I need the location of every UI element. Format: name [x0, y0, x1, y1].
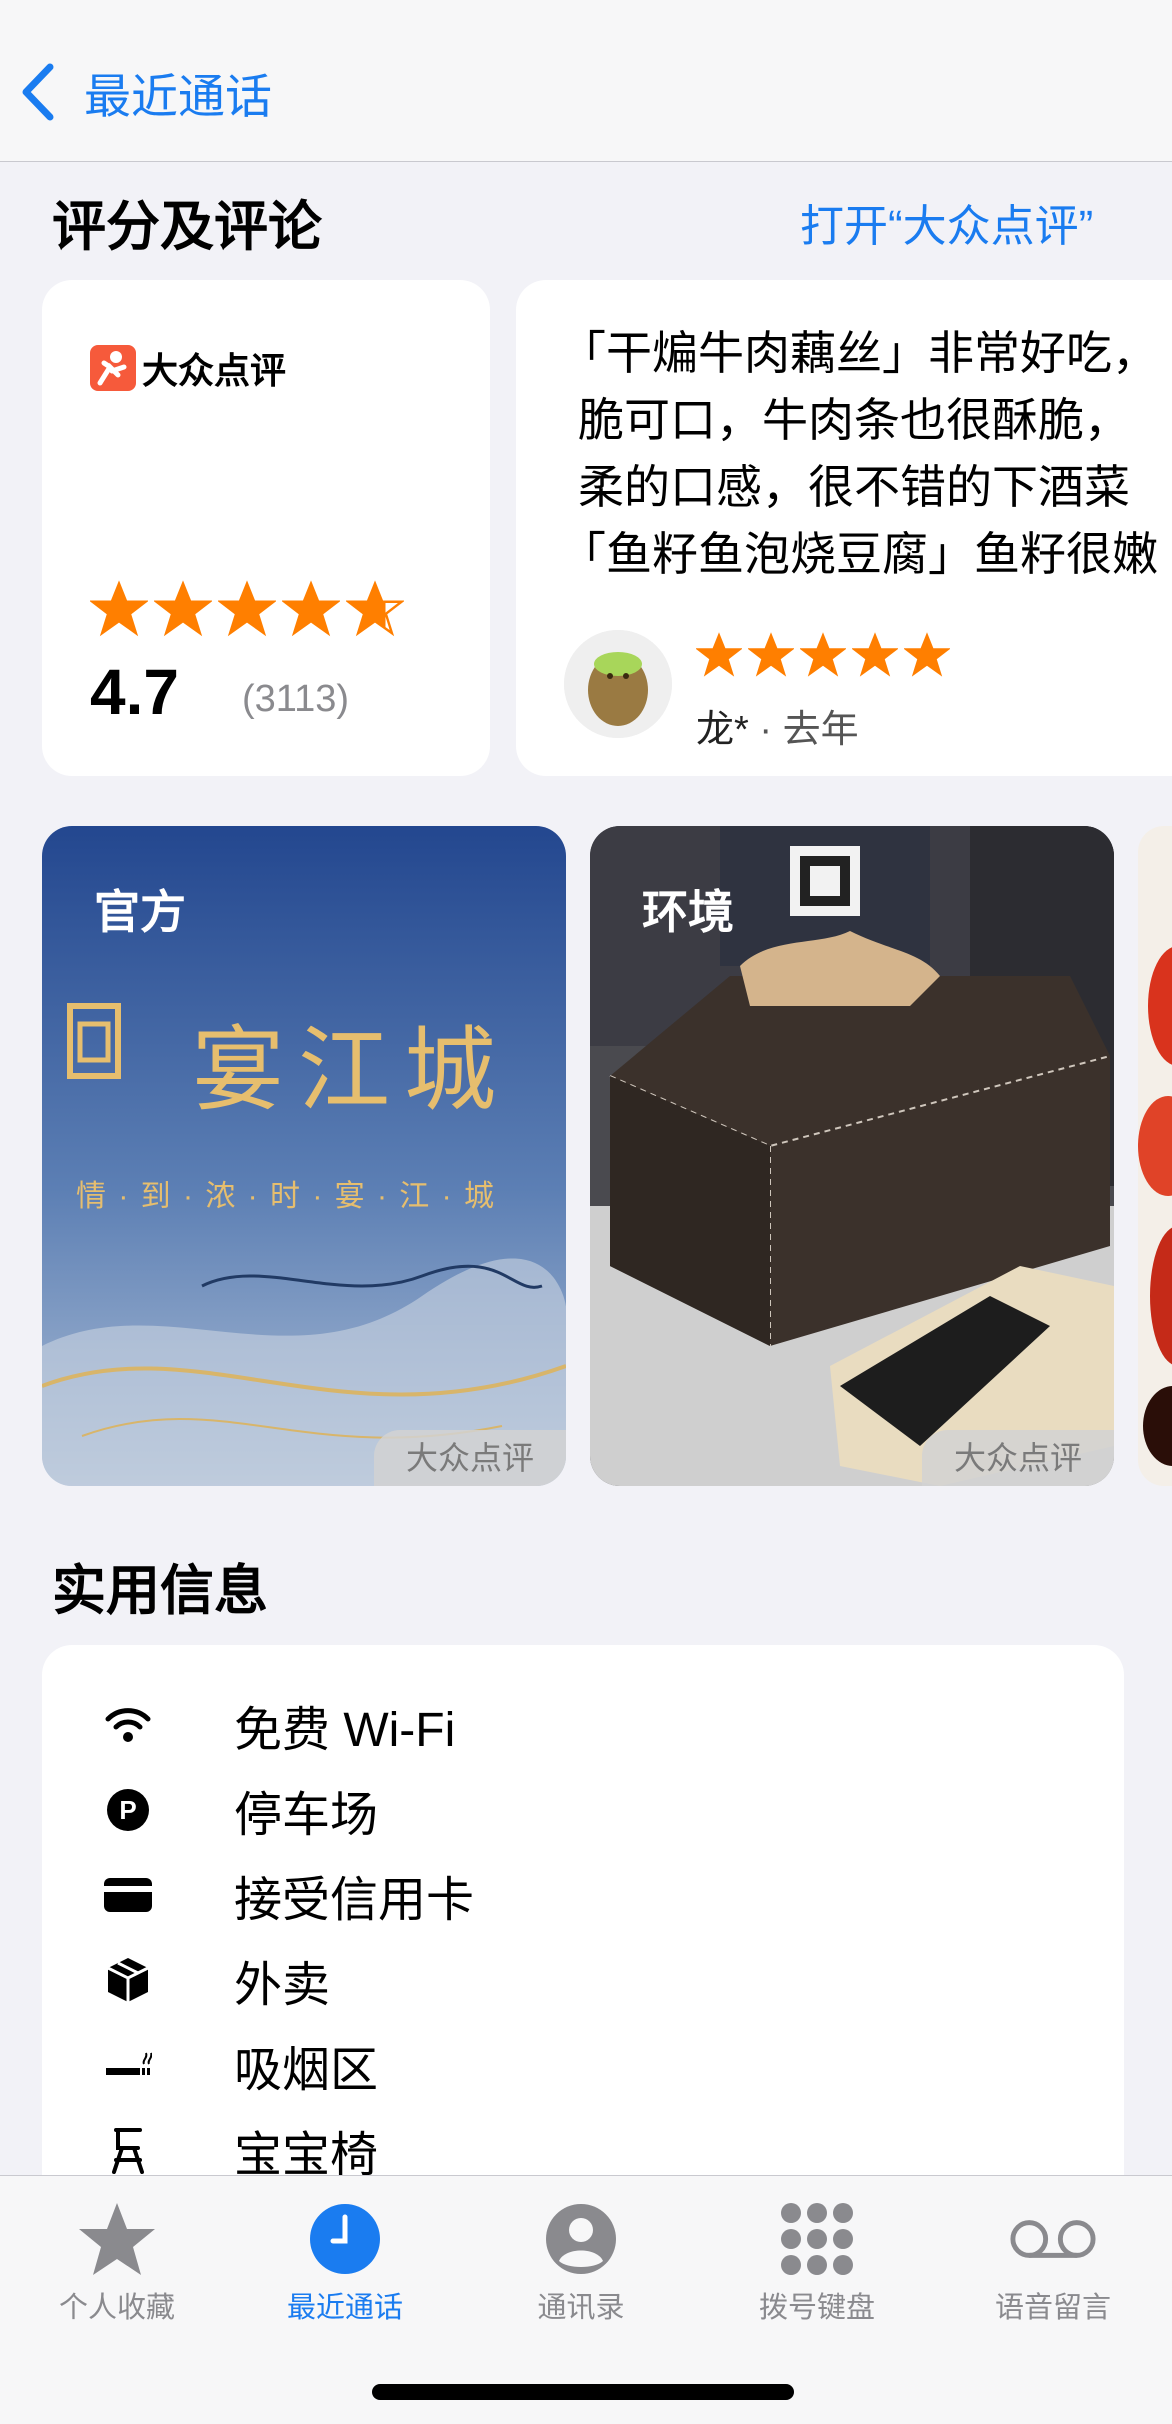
- review-line: 柔的口感，很不错的下酒菜: [578, 461, 1130, 513]
- tab-label: 最近通话: [286, 2292, 403, 2324]
- tab-contacts[interactable]: 通讯录: [464, 2176, 698, 2376]
- photo-official[interactable]: 宴江城 情 · 到 · 浓 · 时 · 宴 · 江 · 城 官方 大众点评: [42, 826, 566, 1486]
- open-dianping-link[interactable]: 打开“大众点评”: [800, 190, 1093, 254]
- info-item-label: 免费 Wi-Fi: [234, 1704, 456, 1757]
- photo-source: 大众点评: [921, 1430, 1114, 1486]
- star-icon: [154, 580, 212, 637]
- info-section-title: 实用信息: [52, 1561, 268, 1621]
- photo-environment[interactable]: 环境 大众点评: [590, 826, 1114, 1486]
- review-time: · 去年: [759, 709, 859, 751]
- sign-title: 宴江城: [192, 1017, 511, 1124]
- star-icon: [800, 632, 846, 677]
- back-button[interactable]: 最近通话: [20, 62, 272, 123]
- rating-score: 4.7: [90, 656, 179, 728]
- star-icon: [852, 632, 898, 677]
- review-text: 「干煸牛肉藕丝」非常好吃， 脆可口，牛肉条也很酥脆， 柔的口感，很不错的下酒菜 …: [560, 320, 1158, 588]
- package-icon: [96, 1948, 160, 2012]
- keypad-icon: [772, 2194, 862, 2284]
- tab-label: 拨号键盘: [758, 2292, 875, 2324]
- star-icon: [282, 580, 340, 637]
- info-item-label: 吸烟区: [234, 2044, 379, 2097]
- home-indicator[interactable]: [372, 2384, 794, 2400]
- review-card[interactable]: 「干煸牛肉藕丝」非常好吃， 脆可口，牛肉条也很酥脆， 柔的口感，很不错的下酒菜 …: [516, 280, 1172, 776]
- info-item-credit-card: 接受信用卡: [96, 1855, 474, 1935]
- rating-stars: [90, 580, 410, 638]
- reviewer-avatar: [564, 630, 672, 738]
- review-stars: [696, 632, 956, 678]
- tab-voicemail[interactable]: 语音留言: [936, 2176, 1170, 2376]
- voicemail-icon: [1008, 2194, 1098, 2284]
- photo-tag: 环境: [642, 886, 734, 938]
- star-icon: [218, 580, 276, 637]
- star-icon: [90, 580, 148, 637]
- brand-name: 大众点评: [142, 350, 287, 391]
- star-icon: [72, 2194, 162, 2284]
- star-icon: [748, 632, 794, 677]
- sign-slogan: 情 · 到 · 浓 · 时 · 宴 · 江 · 城: [76, 1180, 496, 1213]
- star-icon: [904, 632, 950, 677]
- tab-label: 通讯录: [537, 2292, 625, 2324]
- high-chair-icon: [96, 2118, 160, 2182]
- review-line: 脆可口，牛肉条也很酥脆，: [578, 394, 1130, 446]
- credit-card-icon: [96, 1863, 160, 1927]
- rating-count: (3113): [242, 678, 350, 720]
- info-item-parking: P 停车场: [96, 1770, 378, 1850]
- person-icon: [536, 2194, 626, 2284]
- clock-icon: [300, 2194, 390, 2284]
- dianping-logo: [90, 345, 136, 391]
- dianping-brand: 大众点评: [90, 342, 286, 394]
- info-card: 免费 Wi-Fi P 停车场 接受信用卡 外卖 吸烟区 宝宝椅: [42, 1645, 1124, 2245]
- star-icon: [696, 632, 742, 677]
- ratings-section-title: 评分及评论: [52, 197, 322, 257]
- photo-tag: 官方: [94, 886, 186, 938]
- tab-recents[interactable]: 最近通话: [228, 2176, 462, 2376]
- tab-keypad[interactable]: 拨号键盘: [700, 2176, 934, 2376]
- review-line: 「干煸牛肉藕丝」非常好吃，: [560, 327, 1158, 379]
- photo-source: 大众点评: [373, 1430, 566, 1486]
- info-item-label: 外卖: [234, 1959, 331, 2012]
- info-item-takeout: 外卖: [96, 1940, 330, 2020]
- place-detail-page: 最近通话 评分及评论 打开“大众点评” 大众点评 4.7 (3113) 「干煸牛…: [0, 0, 1172, 2424]
- tab-label: 语音留言: [994, 2292, 1111, 2324]
- navigation-bar: 最近通话: [0, 0, 1172, 162]
- food-photo-image: [1138, 826, 1172, 1486]
- star-icon: [346, 580, 404, 637]
- info-item-smoking: 吸烟区: [96, 2025, 378, 2105]
- tab-label: 个人收藏: [58, 2292, 175, 2324]
- tab-favorites[interactable]: 个人收藏: [0, 2176, 234, 2376]
- chevron-left-icon: [22, 63, 54, 121]
- info-item-label: 接受信用卡: [234, 1874, 475, 1927]
- parking-icon: P: [96, 1778, 160, 1842]
- rating-summary-card[interactable]: 大众点评 4.7 (3113): [42, 280, 490, 776]
- info-item-label: 停车场: [234, 1789, 379, 1842]
- wifi-icon: [96, 1693, 160, 1757]
- info-item-wifi: 免费 Wi-Fi: [96, 1685, 455, 1765]
- photo-food-partial[interactable]: [1138, 826, 1172, 1486]
- smoking-icon: [96, 2033, 160, 2097]
- reviewer-name: 龙*: [696, 709, 749, 751]
- svg-text:P: P: [119, 1795, 136, 1825]
- review-line: 「鱼籽鱼泡烧豆腐」鱼籽很嫩: [560, 528, 1158, 580]
- reviewer-meta: 龙* · 去年: [696, 698, 859, 753]
- back-label: 最近通话: [84, 69, 272, 123]
